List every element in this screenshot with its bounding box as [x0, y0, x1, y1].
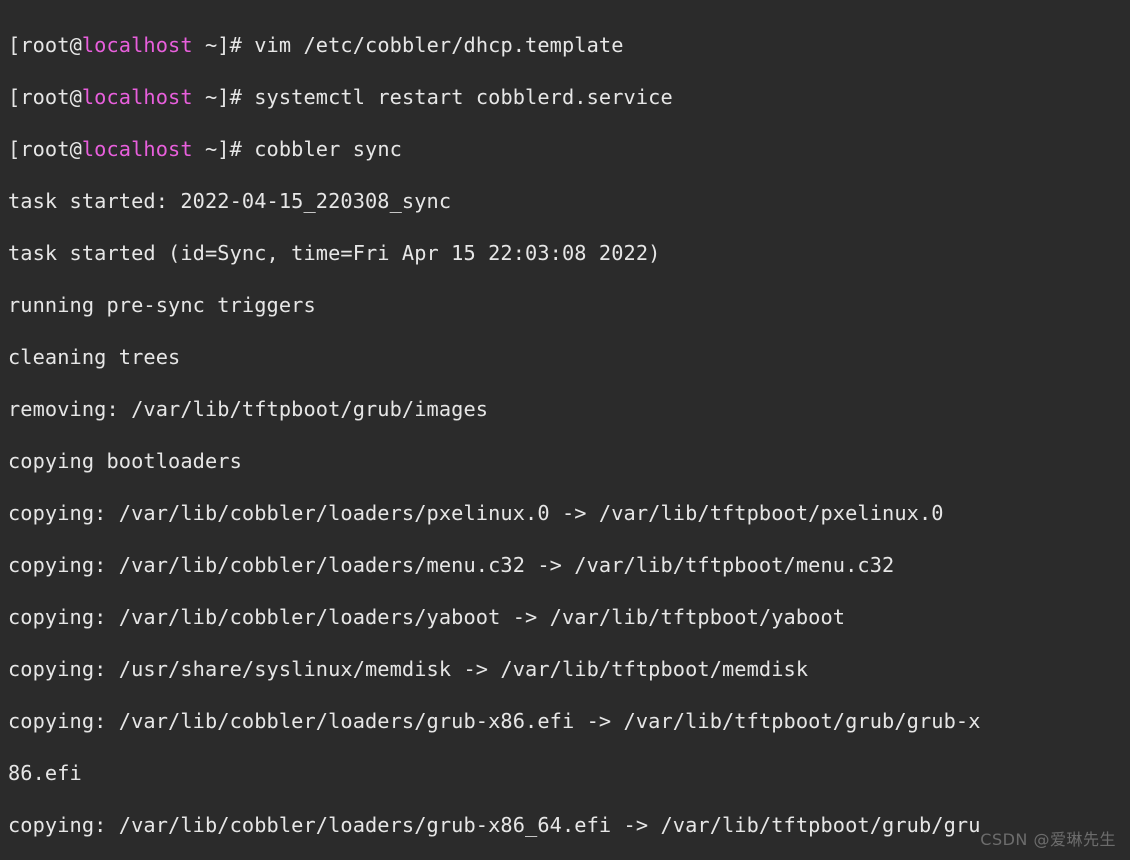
- command-1: vim /etc/cobbler/dhcp.template: [254, 33, 623, 57]
- prompt-at: @: [70, 33, 82, 57]
- output-line: copying: /var/lib/cobbler/loaders/pxelin…: [8, 500, 1122, 526]
- bracket-open: [: [8, 85, 20, 109]
- output-line: copying: /usr/share/syslinux/memdisk -> …: [8, 656, 1122, 682]
- output-line: copying: /var/lib/cobbler/loaders/grub-x…: [8, 708, 1122, 734]
- bracket-open: [: [8, 137, 20, 161]
- prompt-tail: ~]#: [193, 137, 255, 161]
- output-line: task started (id=Sync, time=Fri Apr 15 2…: [8, 240, 1122, 266]
- output-line: copying: /var/lib/cobbler/loaders/yaboot…: [8, 604, 1122, 630]
- prompt-tail: ~]#: [193, 85, 255, 109]
- command-3: cobbler sync: [254, 137, 402, 161]
- prompt-host: localhost: [82, 85, 193, 109]
- prompt-at: @: [70, 85, 82, 109]
- output-line: 86.efi: [8, 760, 1122, 786]
- output-line: copying: /var/lib/cobbler/loaders/grub-x…: [8, 812, 1122, 838]
- prompt-line-1: [root@localhost ~]# vim /etc/cobbler/dhc…: [8, 32, 1122, 58]
- prompt-line-3: [root@localhost ~]# cobbler sync: [8, 136, 1122, 162]
- output-line: copying bootloaders: [8, 448, 1122, 474]
- terminal-window[interactable]: [root@localhost ~]# vim /etc/cobbler/dhc…: [0, 0, 1130, 860]
- output-line: removing: /var/lib/tftpboot/grub/images: [8, 396, 1122, 422]
- output-line: running pre-sync triggers: [8, 292, 1122, 318]
- prompt-user: root: [20, 85, 69, 109]
- prompt-user: root: [20, 137, 69, 161]
- prompt-host: localhost: [82, 137, 193, 161]
- command-2: systemctl restart cobblerd.service: [254, 85, 673, 109]
- output-line: cleaning trees: [8, 344, 1122, 370]
- prompt-line-2: [root@localhost ~]# systemctl restart co…: [8, 84, 1122, 110]
- prompt-user: root: [20, 33, 69, 57]
- prompt-at: @: [70, 137, 82, 161]
- prompt-host: localhost: [82, 33, 193, 57]
- output-line: copying: /var/lib/cobbler/loaders/menu.c…: [8, 552, 1122, 578]
- bracket-open: [: [8, 33, 20, 57]
- prompt-tail: ~]#: [193, 33, 255, 57]
- output-line: task started: 2022-04-15_220308_sync: [8, 188, 1122, 214]
